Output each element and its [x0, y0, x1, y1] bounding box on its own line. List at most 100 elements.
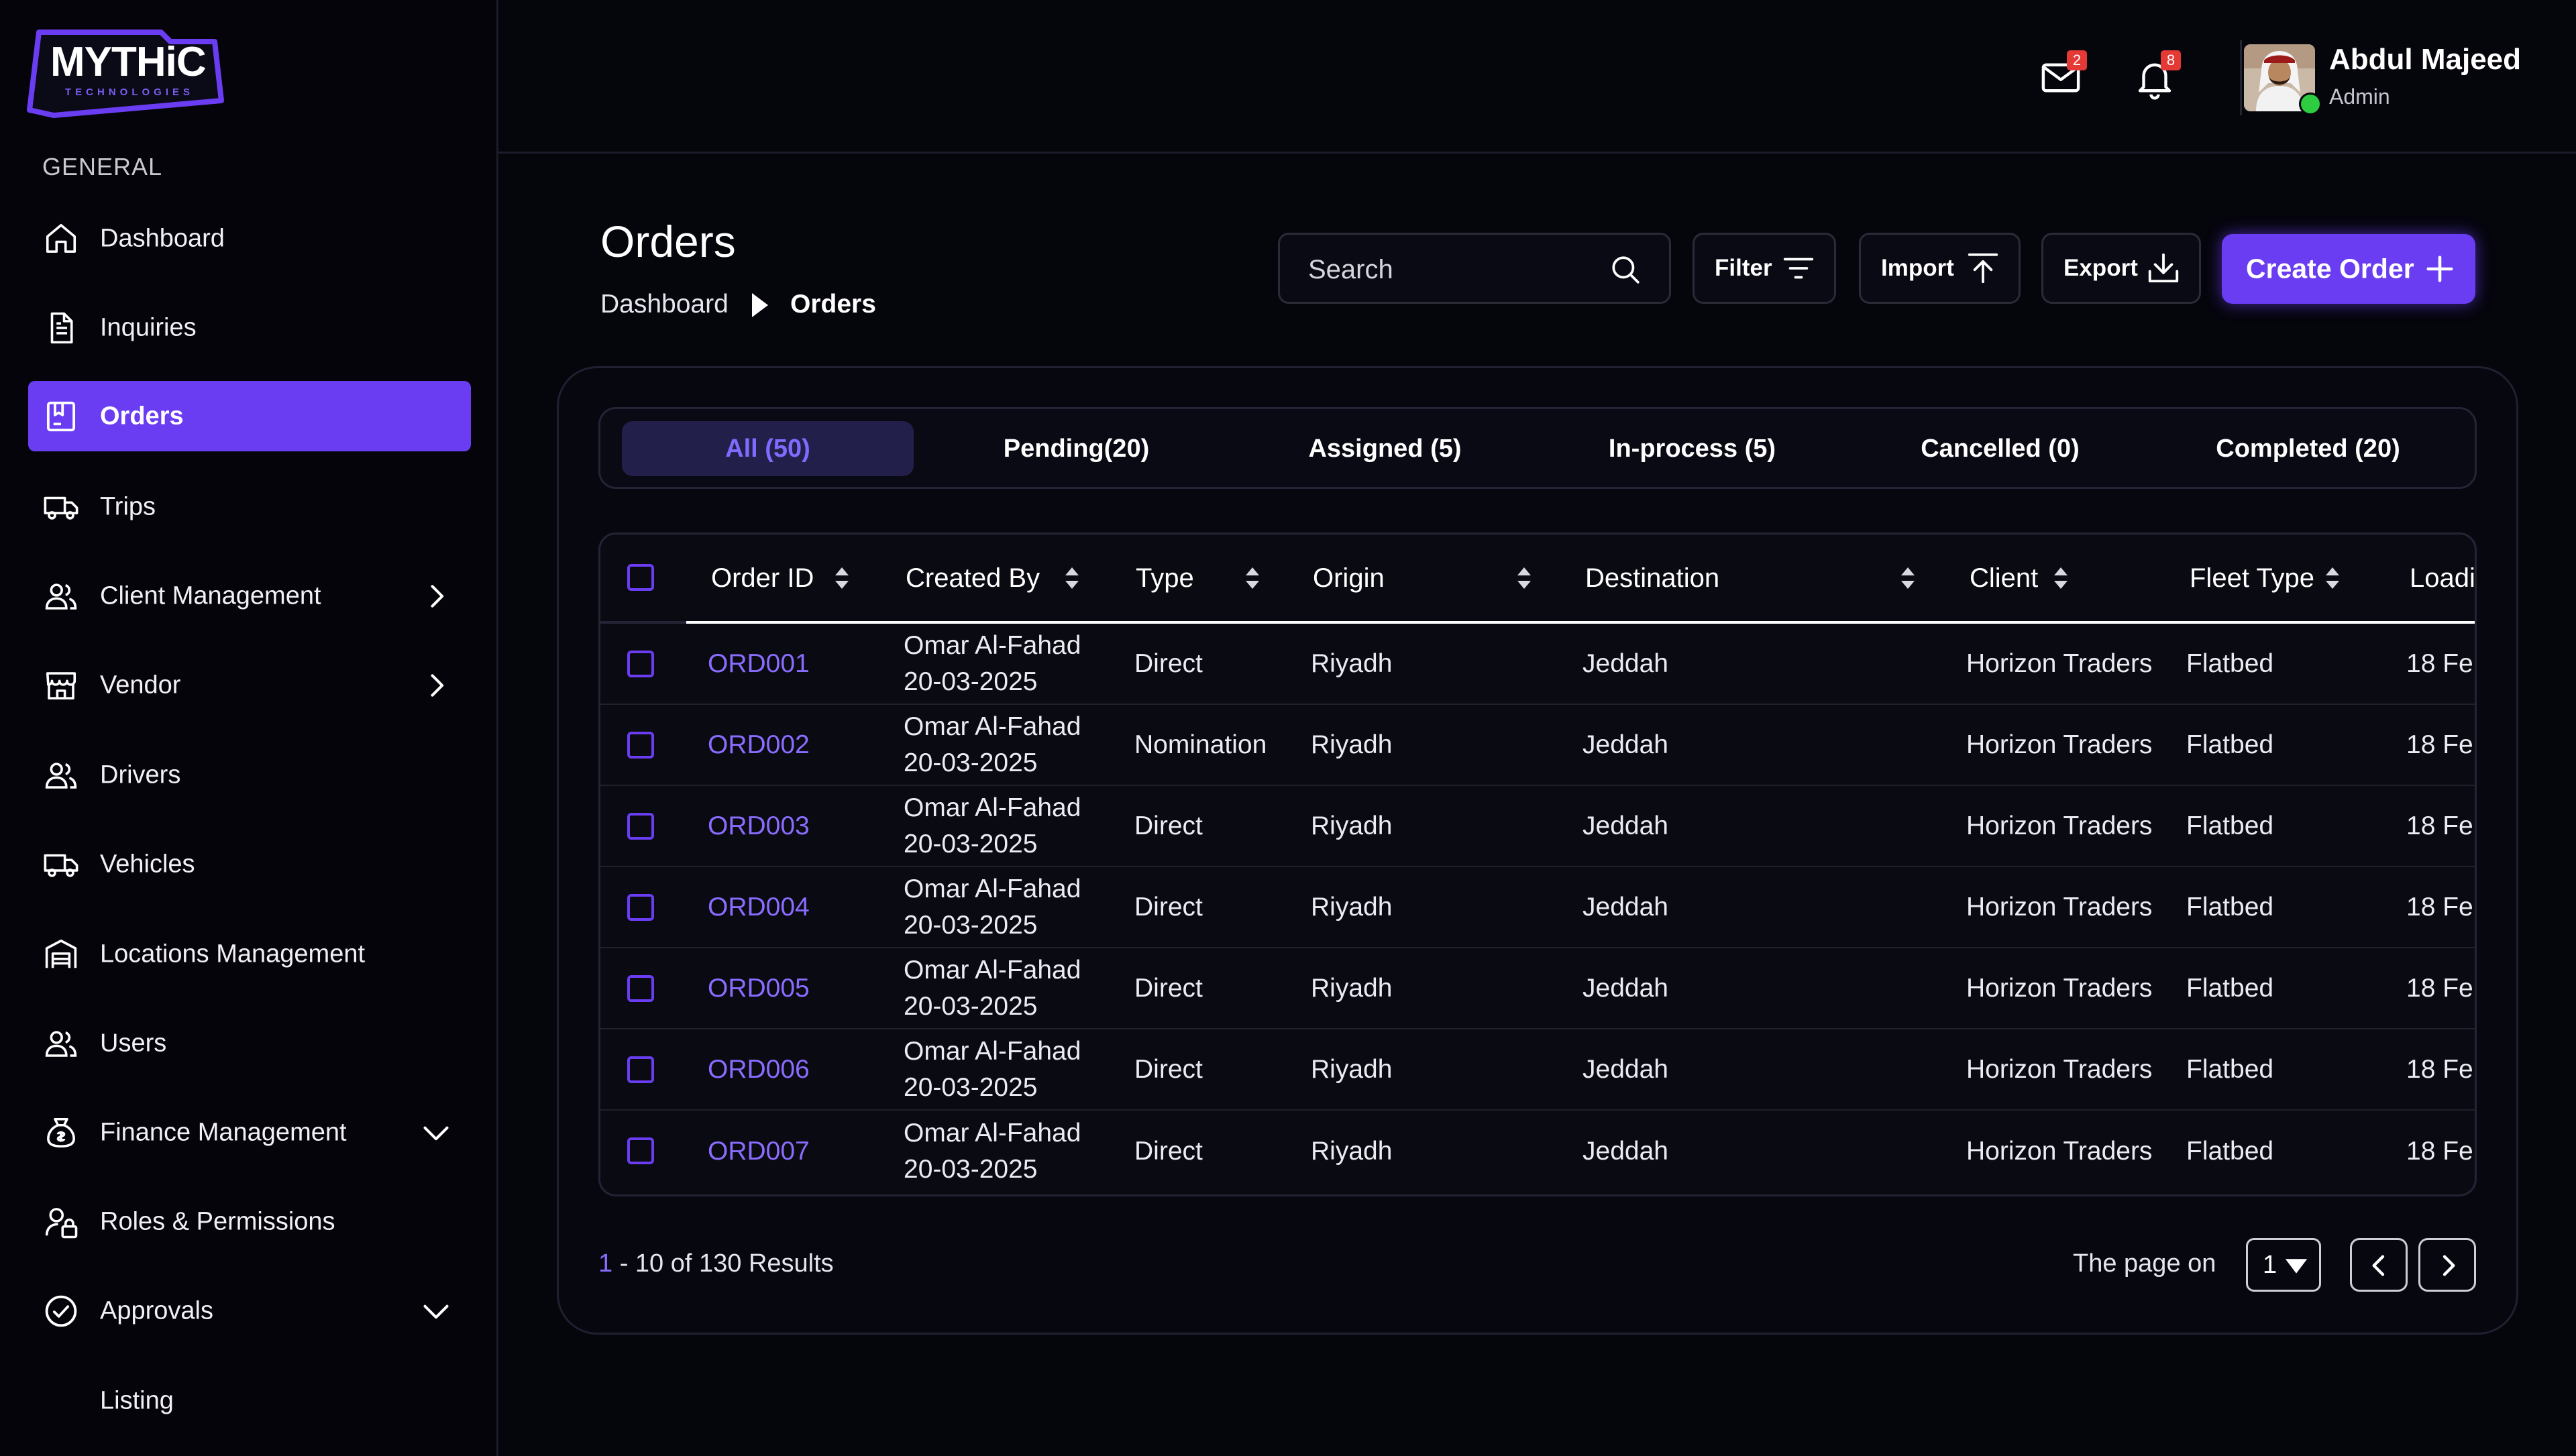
row-checkbox[interactable] — [627, 894, 654, 921]
download-icon — [2148, 253, 2179, 283]
sidebar-item-label: Inquiries — [100, 313, 197, 341]
order-id-link[interactable]: ORD007 — [708, 1137, 810, 1166]
prev-page-button[interactable] — [2350, 1238, 2408, 1292]
fleet-type-cell: Flatbed — [2186, 1054, 2274, 1084]
loading-date-cell: 18 Feb — [2406, 973, 2475, 1003]
mail-button[interactable]: 2 — [2039, 50, 2087, 100]
brand-logo[interactable]: MYTHiC TECHNOLOGIES — [27, 27, 228, 121]
created-by-name: Omar Al-Fahad — [904, 630, 1081, 660]
sort-icon[interactable] — [2323, 566, 2342, 590]
column-header-created-by[interactable]: Created By — [906, 535, 1040, 622]
column-header-fleet-type[interactable]: Fleet Type — [2190, 535, 2314, 622]
sidebar-item-finance-management[interactable]: Finance Management — [28, 1097, 471, 1168]
created-by-name: Omar Al-Fahad — [904, 1118, 1081, 1147]
row-checkbox[interactable] — [627, 732, 654, 759]
search-input[interactable] — [1307, 252, 1591, 287]
table-row[interactable]: ORD005 Omar Al-Fahad 20-03-2025 Direct R… — [600, 948, 2475, 1029]
origin-cell: Riyadh — [1311, 730, 1393, 759]
sidebar-item-label: Finance Management — [100, 1118, 347, 1146]
sidebar-item-dashboard[interactable]: Dashboard — [28, 203, 471, 274]
notifications-button[interactable]: 8 — [2133, 50, 2181, 100]
sidebar-item-orders[interactable]: Orders — [28, 381, 471, 451]
row-checkbox[interactable] — [627, 975, 654, 1002]
sort-icon[interactable] — [2051, 566, 2070, 590]
chevron-down-icon[interactable] — [421, 1296, 451, 1326]
next-page-button[interactable] — [2418, 1238, 2476, 1292]
sidebar-item-client-management[interactable]: Client Management — [28, 561, 471, 631]
sidebar-item-users[interactable]: Users — [28, 1008, 471, 1078]
sidebar-item-inquiries[interactable]: Inquiries — [28, 292, 471, 363]
destination-cell: Jeddah — [1582, 1054, 1668, 1084]
sort-icon[interactable] — [1515, 566, 1534, 590]
import-button[interactable]: Import — [1859, 233, 2021, 304]
chevron-right-icon[interactable] — [421, 671, 451, 700]
sidebar-item-drivers[interactable]: Drivers — [28, 740, 471, 810]
sort-icon[interactable] — [1063, 566, 1081, 590]
row-checkbox[interactable] — [627, 1137, 654, 1164]
sidebar-item-label: Vehicles — [100, 850, 195, 878]
row-checkbox[interactable] — [627, 813, 654, 840]
export-button[interactable]: Export — [2041, 233, 2201, 304]
sort-icon[interactable] — [1898, 566, 1917, 590]
order-id-link[interactable]: ORD005 — [708, 974, 810, 1003]
sidebar-item-roles-permissions[interactable]: Roles & Permissions — [28, 1186, 471, 1257]
order-id-link[interactable]: ORD004 — [708, 893, 810, 922]
loading-date-cell: 18 Feb — [2406, 649, 2475, 678]
select-all-checkbox[interactable] — [627, 564, 654, 591]
chevron-right-icon[interactable] — [421, 581, 451, 611]
create-order-button[interactable]: Create Order — [2222, 234, 2475, 304]
check-circle-icon — [43, 1293, 79, 1329]
sidebar-item-locations-management[interactable]: Locations Management — [28, 919, 471, 989]
breadcrumb-link-dashboard[interactable]: Dashboard — [600, 290, 729, 319]
results-summary: 1 - 10 of 130 Results — [598, 1249, 834, 1278]
page-select[interactable]: 1 — [2246, 1238, 2321, 1292]
order-id-link[interactable]: ORD003 — [708, 811, 810, 841]
column-header-loading[interactable]: Loadi — [2410, 535, 2475, 622]
origin-cell: Riyadh — [1311, 649, 1393, 678]
sidebar-item-vendor[interactable]: Vendor — [28, 650, 471, 720]
upload-icon — [1968, 253, 1998, 284]
tab-completed[interactable]: Completed (20) — [2162, 421, 2454, 476]
created-by-cell: Omar Al-Fahad 20-03-2025 — [904, 628, 1081, 700]
column-header-destination[interactable]: Destination — [1585, 535, 1719, 622]
sidebar-item-trips[interactable]: Trips — [28, 471, 471, 542]
tab-in-process[interactable]: In-process (5) — [1546, 421, 1838, 476]
tab-cancelled[interactable]: Cancelled (0) — [1854, 421, 2146, 476]
tab-assigned[interactable]: Assigned (5) — [1239, 421, 1531, 476]
filter-button[interactable]: Filter — [1693, 233, 1836, 304]
row-checkbox[interactable] — [627, 651, 654, 677]
column-header-origin[interactable]: Origin — [1313, 535, 1385, 622]
tab-pending[interactable]: Pending(20) — [930, 421, 1222, 476]
created-by-cell: Omar Al-Fahad 20-03-2025 — [904, 952, 1081, 1025]
sidebar-item-vehicles[interactable]: Vehicles — [28, 829, 471, 899]
table-row[interactable]: ORD001 Omar Al-Fahad 20-03-2025 Direct R… — [600, 624, 2475, 705]
chevron-down-icon[interactable] — [421, 1118, 451, 1147]
table-row[interactable]: ORD003 Omar Al-Fahad 20-03-2025 Direct R… — [600, 786, 2475, 867]
table-row[interactable]: ORD004 Omar Al-Fahad 20-03-2025 Direct R… — [600, 867, 2475, 948]
sidebar-item-label: Trips — [100, 492, 156, 520]
sort-icon[interactable] — [833, 566, 851, 590]
column-header-type[interactable]: Type — [1136, 535, 1194, 622]
search-icon[interactable] — [1609, 253, 1642, 286]
fleet-type-cell: Flatbed — [2186, 730, 2274, 759]
order-id-link[interactable]: ORD001 — [708, 649, 810, 679]
client-cell: Horizon Traders — [1966, 973, 2153, 1003]
users-icon — [43, 757, 79, 793]
notification-badge: 8 — [2161, 50, 2181, 70]
table-row[interactable]: ORD006 Omar Al-Fahad 20-03-2025 Direct R… — [600, 1029, 2475, 1111]
sidebar-item-approvals[interactable]: Approvals — [28, 1276, 471, 1346]
order-id-link[interactable]: ORD006 — [708, 1055, 810, 1084]
order-id-link[interactable]: ORD002 — [708, 730, 810, 760]
sort-icon[interactable] — [1243, 566, 1262, 590]
orders-table: Order ID Created By Type Origin Destinat… — [598, 533, 2477, 1196]
loading-date-cell: 18 Feb — [2406, 892, 2475, 921]
created-on-date: 20-03-2025 — [904, 667, 1038, 696]
created-by-cell: Omar Al-Fahad 20-03-2025 — [904, 871, 1081, 944]
table-row[interactable]: ORD007 Omar Al-Fahad 20-03-2025 Direct R… — [600, 1111, 2475, 1192]
column-header-order-id[interactable]: Order ID — [711, 535, 814, 622]
tab-all[interactable]: All (50) — [622, 421, 914, 476]
sidebar-subitem-listing[interactable]: Listing — [28, 1365, 471, 1436]
table-row[interactable]: ORD002 Omar Al-Fahad 20-03-2025 Nominati… — [600, 705, 2475, 786]
column-header-client[interactable]: Client — [1970, 535, 2038, 622]
row-checkbox[interactable] — [627, 1056, 654, 1083]
